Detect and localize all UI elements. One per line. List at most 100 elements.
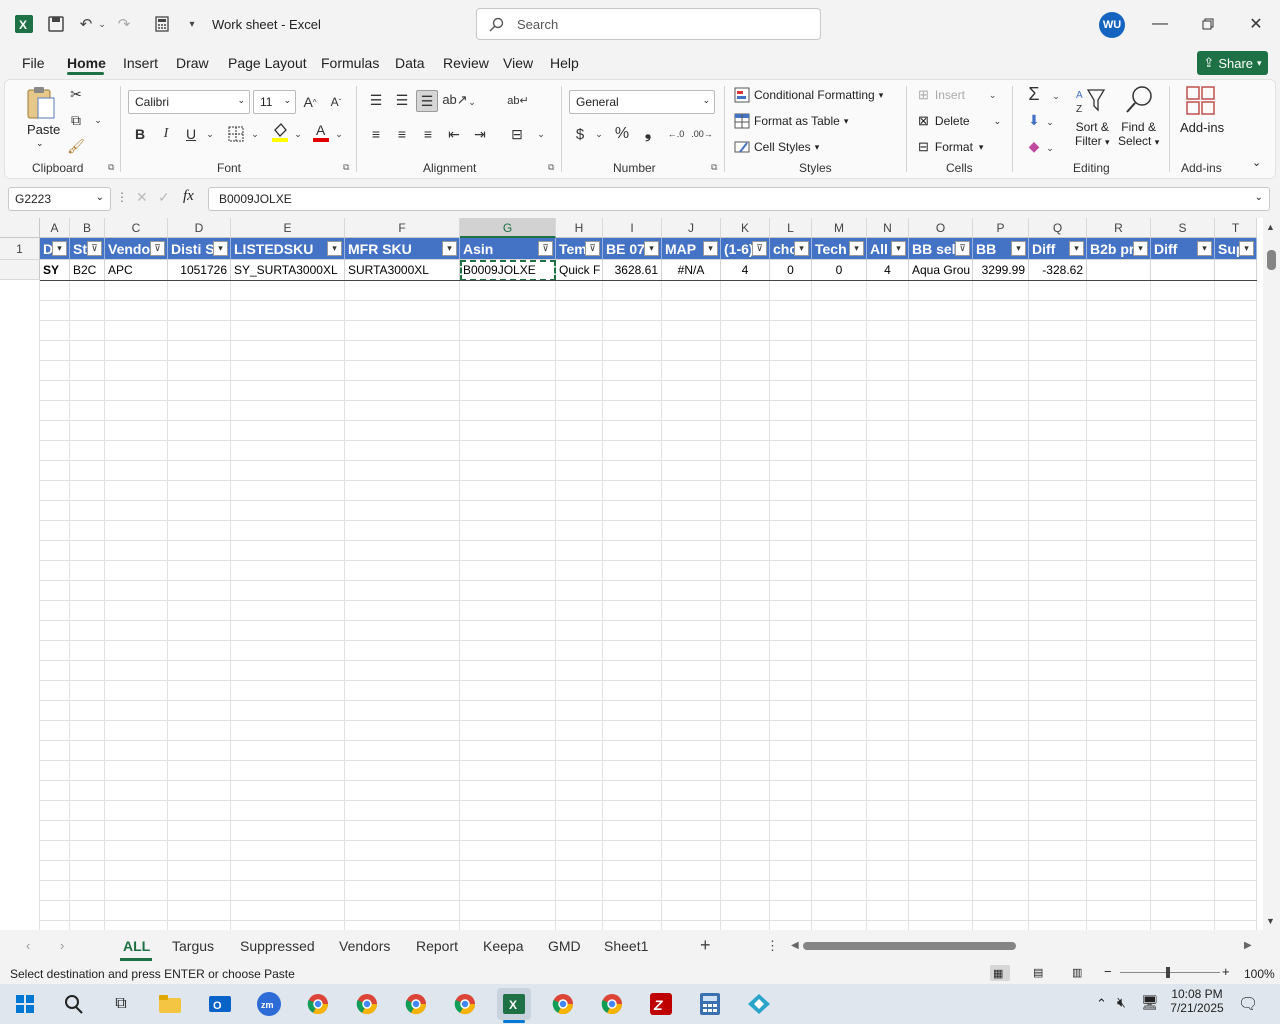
filter-dropdown-icon[interactable]: ▾ [644, 241, 659, 256]
number-format-select[interactable]: General ⌄ [569, 90, 715, 114]
app-diamond-icon[interactable] [742, 988, 776, 1020]
fill-color-icon[interactable] [270, 122, 290, 142]
menu-data[interactable]: Data [395, 55, 425, 71]
filter-dropdown-icon[interactable]: ▾ [1069, 241, 1084, 256]
header-cell-n[interactable]: All ▾ [867, 238, 909, 260]
filter-dropdown-icon[interactable]: ▾ [849, 241, 864, 256]
format-painter-icon[interactable]: 🖌 [66, 136, 86, 156]
calculator-app-icon[interactable] [693, 988, 727, 1020]
cell-styles-button[interactable]: Cell Styles ▾ [734, 138, 819, 156]
borders-dropdown-icon[interactable]: ⌄ [245, 124, 265, 144]
insert-function-icon[interactable]: fx [183, 188, 194, 205]
fill-color-dropdown-icon[interactable]: ⌄ [288, 124, 308, 144]
copy-dropdown-icon[interactable]: ⌄ [88, 110, 108, 130]
data-cell-s[interactable] [1151, 260, 1215, 281]
comma-style-icon[interactable]: ❟ [638, 124, 658, 144]
filter-active-icon[interactable]: ⊽ [87, 241, 102, 256]
header-cell-i[interactable]: BE 07. ▾ [603, 238, 662, 260]
page-layout-view-icon[interactable]: ▤ [1033, 966, 1043, 979]
autosum-icon[interactable]: Σ [1024, 84, 1044, 104]
scroll-up-icon[interactable]: ▲ [1266, 222, 1275, 232]
column-header-o[interactable]: O [909, 218, 973, 238]
task-view-icon[interactable]: ⧉ [104, 988, 138, 1020]
filter-dropdown-icon[interactable]: ▾ [703, 241, 718, 256]
save-icon[interactable] [44, 12, 68, 36]
close-button[interactable]: ✕ [1238, 10, 1274, 38]
font-name-select[interactable]: Calibri ⌄ [128, 90, 250, 114]
header-cell-o[interactable]: BB sell ⊽ [909, 238, 973, 260]
minimize-button[interactable]: — [1142, 10, 1178, 38]
sheet-tab-all[interactable]: ALL [123, 938, 150, 954]
column-header-n[interactable]: N [867, 218, 909, 238]
filter-active-icon[interactable]: ⊽ [752, 241, 767, 256]
sheet-tab-suppressed[interactable]: Suppressed [240, 938, 315, 954]
column-header-a[interactable]: A [40, 218, 70, 238]
merge-dropdown-icon[interactable]: ⌄ [531, 124, 551, 144]
number-launcher-icon[interactable]: ⧉ [711, 162, 717, 173]
vertical-scrollbar[interactable]: ▲ ▼ [1263, 218, 1280, 930]
filter-dropdown-icon[interactable]: ▾ [1011, 241, 1026, 256]
percent-icon[interactable]: % [612, 124, 632, 144]
data-cell-a[interactable]: SY [40, 260, 70, 281]
column-header-c[interactable]: C [105, 218, 168, 238]
selected-cell[interactable]: B0009JOLXE [460, 260, 556, 281]
filter-dropdown-icon[interactable]: ▾ [891, 241, 906, 256]
chrome-icon-2[interactable] [350, 988, 384, 1020]
filter-dropdown-icon[interactable]: ▾ [1133, 241, 1148, 256]
data-cell-t[interactable] [1215, 260, 1257, 281]
excel-taskbar-icon[interactable]: X [497, 988, 531, 1020]
clear-dropdown-icon[interactable]: ⌄ [1040, 138, 1060, 158]
worksheet-grid[interactable]: ABCDEFGHIJKLMNOPQRST 1 D ▾ St ⊽ Vendo ⊽ Disti … [0, 218, 1264, 930]
zoom-out-icon[interactable]: − [1104, 964, 1112, 979]
zoom-app-icon[interactable]: zm [252, 988, 286, 1020]
align-middle-icon[interactable]: ☰ [392, 90, 412, 110]
filter-dropdown-icon[interactable]: ▾ [442, 241, 457, 256]
more-sheets-icon[interactable]: ⋮ [766, 938, 779, 954]
column-header-g[interactable]: G [460, 218, 556, 238]
font-color-icon[interactable]: A [311, 122, 331, 142]
menu-page-layout[interactable]: Page Layout [228, 55, 307, 71]
header-cell-c[interactable]: Vendo ⊽ [105, 238, 168, 260]
header-cell-g[interactable]: Asin ⊽ [460, 238, 556, 260]
taskbar-search-icon[interactable] [56, 988, 90, 1020]
font-launcher-icon[interactable]: ⧉ [343, 162, 349, 173]
column-header-q[interactable]: Q [1029, 218, 1087, 238]
clipboard-launcher-icon[interactable]: ⧉ [108, 162, 114, 173]
fill-dropdown-icon[interactable]: ⌄ [1040, 112, 1060, 132]
page-break-view-icon[interactable]: ▥ [1072, 966, 1082, 979]
share-button[interactable]: ⇪ Share ▾ [1197, 51, 1268, 75]
notifications-icon[interactable]: 🗨︎ [1238, 994, 1258, 1014]
header-cell-f[interactable]: MFR SKU ▾ [345, 238, 460, 260]
format-as-table-button[interactable]: Format as Table ▾ [734, 112, 848, 130]
user-avatar[interactable]: WU [1099, 12, 1125, 38]
filter-dropdown-icon[interactable]: ▾ [327, 241, 342, 256]
data-cell-j[interactable]: #N/A [662, 260, 721, 281]
insert-cells-button[interactable]: ⊞ Insert ⌄ [918, 86, 996, 104]
vertical-scroll-thumb[interactable] [1267, 250, 1276, 270]
chrome-icon-4[interactable] [448, 988, 482, 1020]
chrome-icon-6[interactable] [595, 988, 629, 1020]
filter-active-icon[interactable]: ⊽ [150, 241, 165, 256]
data-cell-f[interactable]: SURTA3000XL [345, 260, 460, 281]
data-cell-b[interactable]: B2C [70, 260, 105, 281]
underline-dropdown-icon[interactable]: ⌄ [200, 124, 220, 144]
paste-icon[interactable] [26, 86, 56, 123]
menu-file[interactable]: File [22, 55, 45, 71]
column-header-i[interactable]: I [603, 218, 662, 238]
sheet-tab-targus[interactable]: Targus [172, 938, 214, 954]
chrome-icon-5[interactable] [546, 988, 580, 1020]
italic-button[interactable]: I [156, 124, 176, 144]
column-header-r[interactable]: R [1087, 218, 1151, 238]
select-all-corner[interactable] [0, 218, 40, 238]
filter-dropdown-icon[interactable]: ▾ [1239, 241, 1254, 256]
align-right-icon[interactable]: ≡ [418, 124, 438, 144]
data-cell-k[interactable]: 4 [721, 260, 770, 281]
column-header-k[interactable]: K [721, 218, 770, 238]
customize-toolbar-icon[interactable]: ▾ [180, 12, 204, 36]
column-header-t[interactable]: T [1215, 218, 1257, 238]
next-sheet-icon[interactable]: › [60, 938, 64, 953]
filter-dropdown-icon[interactable]: ▾ [1197, 241, 1212, 256]
data-cell-d[interactable]: 1051726 [168, 260, 231, 281]
font-size-select[interactable]: 11 ⌄ [253, 90, 296, 114]
scroll-left-icon[interactable]: ◀ [791, 940, 799, 951]
